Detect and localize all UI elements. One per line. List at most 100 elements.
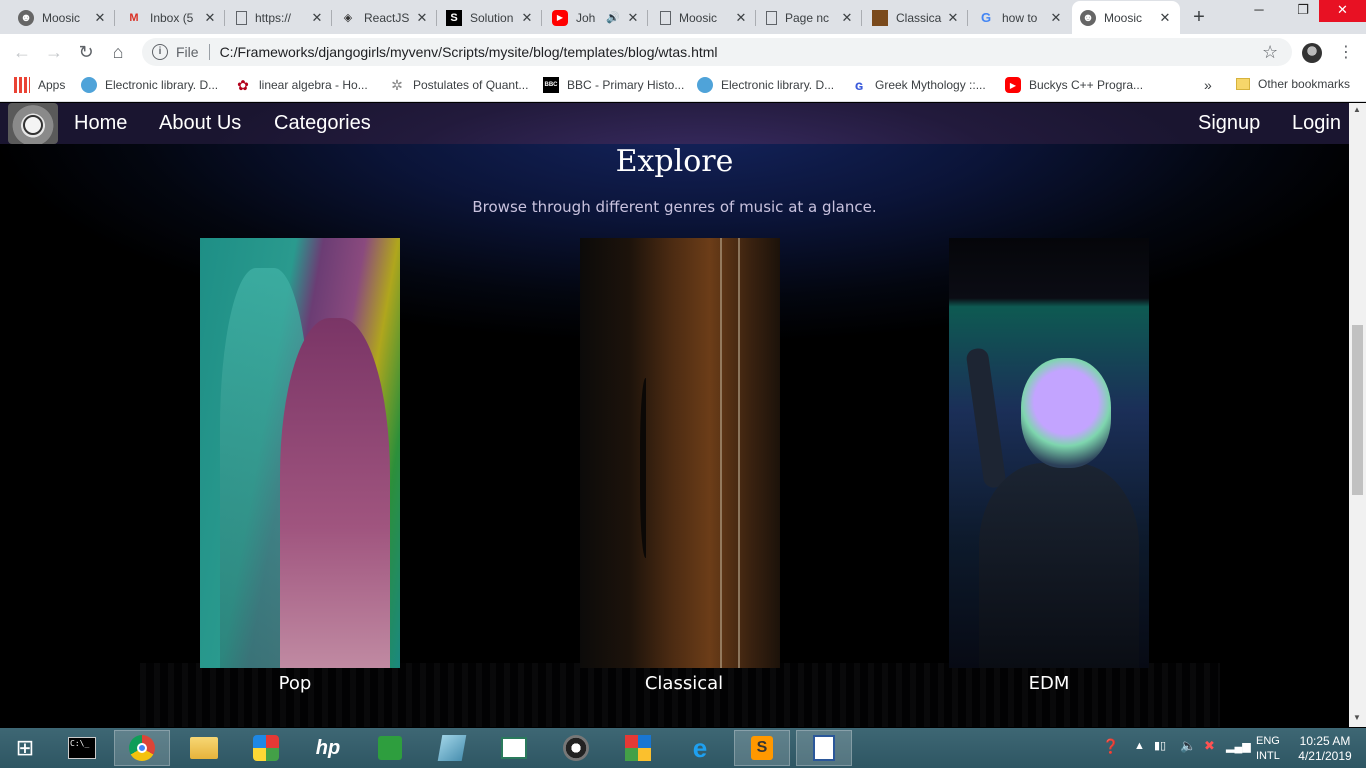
- battery-icon[interactable]: ▮▯: [1154, 739, 1166, 752]
- close-icon[interactable]: ✕: [946, 10, 960, 26]
- tab-youtube[interactable]: ▶ Joh 🔊 ✕: [544, 1, 648, 34]
- bookmark-label: Greek Mythology ::...: [875, 78, 986, 92]
- page-title: Explore: [615, 144, 734, 179]
- bookmark-label: Buckys C++ Progra...: [1029, 78, 1144, 92]
- other-bookmarks[interactable]: Other bookmarks: [1236, 77, 1350, 91]
- volume-icon[interactable]: 🔈: [1180, 738, 1196, 754]
- new-tab-button[interactable]: +: [1187, 6, 1211, 28]
- genre-card-classical[interactable]: [580, 238, 780, 668]
- genre-card-pop[interactable]: [200, 238, 400, 668]
- genre-label-classical[interactable]: Classical: [584, 673, 784, 694]
- tab-moosic-1[interactable]: ☻ Moosic ✕: [10, 1, 115, 34]
- globe-icon: [81, 77, 97, 93]
- signal-icon[interactable]: ▂▄▆: [1226, 740, 1251, 753]
- tab-moosic-2[interactable]: Moosic ✕: [652, 1, 756, 34]
- tab-title: Solution: [470, 10, 514, 25]
- tab-inbox[interactable]: M Inbox (5 ✕: [118, 1, 225, 34]
- close-icon[interactable]: ✕: [626, 10, 640, 26]
- media-player-icon[interactable]: [548, 730, 604, 766]
- close-icon[interactable]: ✕: [415, 10, 429, 26]
- chrome-icon[interactable]: [114, 730, 170, 766]
- close-icon[interactable]: ✕: [93, 10, 107, 26]
- tab-moosic-active[interactable]: ☻ Moosic ✕: [1072, 1, 1180, 34]
- bookmark-electronic-library-2[interactable]: Electronic library. D...: [697, 77, 834, 93]
- cmd-icon[interactable]: C:\_: [54, 730, 110, 766]
- url-scheme: File: [176, 44, 199, 60]
- genre-card-edm[interactable]: [949, 238, 1149, 668]
- close-icon[interactable]: ✕: [840, 10, 854, 26]
- bookmark-star-icon[interactable]: ☆: [1262, 42, 1278, 63]
- close-icon[interactable]: ✕: [1049, 10, 1063, 26]
- bookmark-buckys[interactable]: ▶ Buckys C++ Progra...: [1005, 77, 1143, 93]
- nav-categories[interactable]: Categories: [274, 112, 371, 135]
- restore-button[interactable]: ❐: [1283, 0, 1323, 22]
- page-icon: [236, 10, 247, 25]
- close-icon[interactable]: ✕: [310, 10, 324, 26]
- home-button[interactable]: ⌂: [106, 40, 130, 64]
- notes-app-icon[interactable]: [424, 730, 480, 766]
- info-icon[interactable]: i: [152, 44, 168, 60]
- bookmark-electronic-library-1[interactable]: Electronic library. D...: [81, 77, 218, 93]
- forward-button[interactable]: →: [42, 40, 66, 64]
- youtube-icon: ▶: [552, 9, 568, 26]
- genre-label-pop[interactable]: Pop: [195, 673, 395, 694]
- tab-page-nc[interactable]: Page nc ✕: [758, 1, 862, 34]
- nav-signup[interactable]: Signup: [1198, 112, 1260, 135]
- bookmark-greek-mythology[interactable]: ɢ Greek Mythology ::...: [851, 77, 986, 93]
- speaker-icon[interactable]: 🔊: [606, 11, 620, 24]
- moosic-icon: ☻: [18, 9, 34, 26]
- close-icon[interactable]: ✕: [520, 10, 534, 26]
- close-icon[interactable]: ✕: [203, 10, 217, 26]
- show-hidden-icons-button[interactable]: ▲: [1134, 740, 1145, 752]
- back-button[interactable]: ←: [10, 40, 34, 64]
- tab-solution[interactable]: S Solution ✕: [438, 1, 542, 34]
- scroll-down-icon[interactable]: ▼: [1353, 713, 1361, 722]
- system-clock[interactable]: 10:25 AM 4/21/2019: [1290, 734, 1360, 764]
- bookmark-label: Apps: [38, 78, 66, 92]
- document-viewer-icon[interactable]: [486, 730, 542, 766]
- puzzle-app-icon[interactable]: [238, 730, 294, 766]
- bookmark-apps[interactable]: Apps: [14, 77, 65, 93]
- nav-home[interactable]: Home: [74, 112, 127, 135]
- sublime-text-icon[interactable]: S: [734, 730, 790, 766]
- window-close-button[interactable]: ✕: [1319, 0, 1366, 22]
- close-icon[interactable]: ✕: [734, 10, 748, 26]
- tab-title: Moosic: [42, 10, 81, 25]
- file-explorer-icon[interactable]: [176, 730, 232, 766]
- nav-login[interactable]: Login: [1292, 112, 1341, 135]
- internet-explorer-icon[interactable]: e: [672, 730, 728, 766]
- profile-avatar[interactable]: [1302, 43, 1322, 63]
- site-logo[interactable]: [8, 103, 58, 144]
- address-bar[interactable]: i File C:/Frameworks/djangogirls/myvenv/…: [142, 38, 1292, 66]
- genre-label-edm[interactable]: EDM: [949, 673, 1149, 694]
- tab-reactjs[interactable]: ◈ ReactJS ✕: [332, 1, 437, 34]
- page-subtitle: Browse through different genres of music…: [472, 198, 877, 216]
- bookmark-bbc[interactable]: BBC BBC - Primary Histo...: [543, 77, 684, 93]
- bookmark-postulates[interactable]: ✲ Postulates of Quant...: [389, 77, 528, 93]
- start-button[interactable]: ⊞: [0, 730, 50, 766]
- input-language-indicator[interactable]: ENG INTL: [1256, 734, 1280, 764]
- nav-about-us[interactable]: About Us: [159, 112, 241, 135]
- store-icon[interactable]: [362, 730, 418, 766]
- network-error-icon[interactable]: ✖: [1204, 738, 1215, 754]
- windows-color-icon[interactable]: [610, 730, 666, 766]
- page-scrollbar[interactable]: ▲ ▼: [1349, 103, 1366, 727]
- reload-button[interactable]: ↻: [74, 40, 98, 64]
- bookmark-label: Electronic library. D...: [721, 78, 835, 92]
- scrollbar-thumb[interactable]: [1352, 325, 1363, 495]
- tab-classical[interactable]: Classica ✕: [864, 1, 968, 34]
- more-bookmarks-button[interactable]: »: [1204, 77, 1212, 93]
- close-icon[interactable]: ✕: [1158, 10, 1172, 26]
- tab-https[interactable]: https:// ✕: [228, 1, 332, 34]
- word-document-icon[interactable]: [796, 730, 852, 766]
- tab-how-to[interactable]: G how to ✕: [970, 1, 1071, 34]
- help-icon[interactable]: ❓: [1102, 738, 1119, 755]
- bookmark-linear-algebra[interactable]: ✿ linear algebra - Ho...: [235, 77, 368, 93]
- tab-title: Page nc: [785, 10, 830, 25]
- bookmark-label: Electronic library. D...: [105, 78, 219, 92]
- scroll-up-icon[interactable]: ▲: [1353, 105, 1361, 114]
- minimize-button[interactable]: ─: [1239, 0, 1279, 22]
- url-text[interactable]: C:/Frameworks/djangogirls/myvenv/Scripts…: [220, 44, 718, 60]
- hp-icon[interactable]: hp: [300, 730, 356, 766]
- menu-kebab-icon[interactable]: ⋮: [1338, 42, 1354, 62]
